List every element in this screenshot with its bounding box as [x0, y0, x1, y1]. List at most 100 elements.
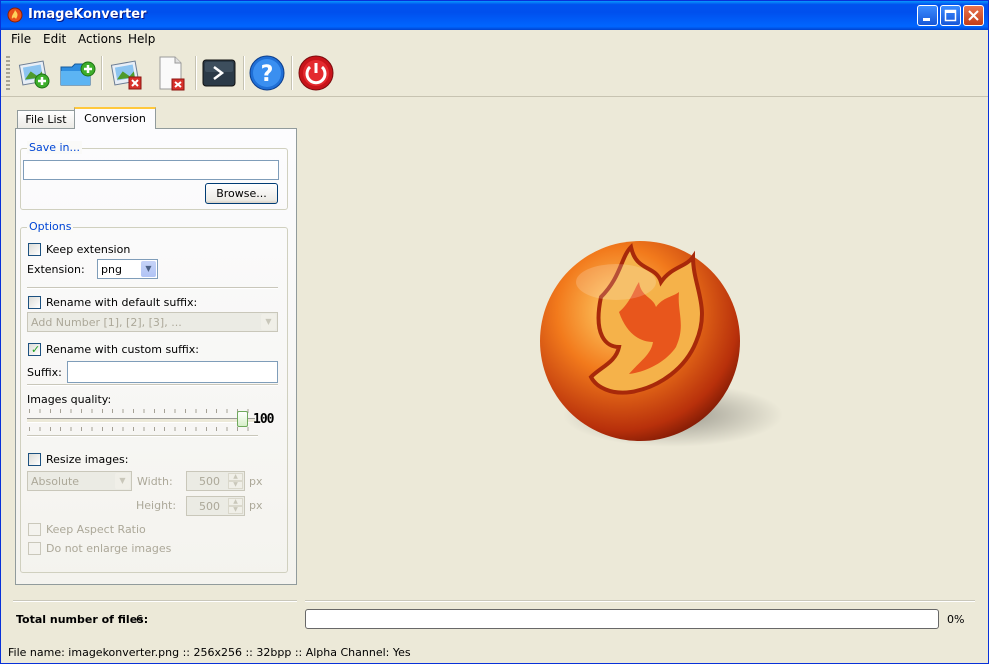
height-unit: px — [249, 499, 263, 512]
menu-edit[interactable]: Edit — [37, 32, 72, 46]
menu-actions[interactable]: Actions — [72, 32, 128, 46]
suffix-label: Suffix: — [27, 366, 62, 379]
resize-mode-select[interactable]: Absolute ▼ — [27, 471, 132, 491]
resize-mode-value: Absolute — [31, 475, 80, 488]
add-folder-icon — [60, 61, 96, 86]
toolbar-separator — [195, 56, 197, 90]
quality-slider-thumb[interactable] — [237, 411, 248, 427]
add-images-icon — [18, 60, 50, 89]
toolbar-separator — [243, 56, 245, 90]
convert-button[interactable] — [199, 53, 239, 93]
width-value: 500 — [199, 475, 220, 488]
resize-checkbox[interactable] — [28, 453, 41, 466]
keep-aspect-label: Keep Aspect Ratio — [46, 523, 146, 536]
spinner-buttons[interactable]: ▲ ▼ — [228, 498, 243, 514]
help-button[interactable]: ? — [247, 53, 287, 93]
default-suffix-select[interactable]: Add Number [1], [2], [3], ... ▼ — [27, 312, 278, 332]
minimize-icon — [923, 18, 930, 21]
conversion-panel: Save in... Browse... Options Keep extens… — [15, 128, 297, 585]
checkmark-icon: ✓ — [31, 343, 41, 356]
height-value: 500 — [199, 500, 220, 513]
window-title: ImageKonverter — [28, 7, 147, 22]
main-content: File List Conversion Save in... Browse..… — [1, 97, 988, 663]
delete-document-icon — [159, 56, 185, 91]
image-preview — [301, 97, 987, 595]
height-spinner[interactable]: 500 ▲ ▼ — [186, 496, 245, 516]
toolbar: ? — [1, 50, 988, 97]
app-logo-icon — [7, 7, 23, 23]
terminal-run-icon — [202, 59, 236, 87]
extension-select[interactable]: png ▼ — [97, 259, 158, 279]
divider — [27, 435, 258, 437]
extension-label: Extension: — [27, 263, 85, 276]
rename-custom-label: Rename with custom suffix: — [46, 343, 200, 356]
help-icon: ? — [249, 55, 285, 91]
toolbar-separator — [291, 56, 293, 90]
width-spinner[interactable]: 500 ▲ ▼ — [186, 471, 245, 491]
minimize-button[interactable] — [917, 5, 938, 26]
close-button[interactable] — [963, 5, 984, 26]
maximize-button[interactable] — [940, 5, 961, 26]
default-suffix-value: Add Number [1], [2], [3], ... — [31, 316, 182, 329]
total-files-label: Total number of files: — [16, 613, 149, 626]
close-icon — [968, 10, 979, 21]
no-enlarge-checkbox[interactable] — [28, 542, 41, 555]
extension-value: png — [101, 263, 122, 276]
preview-image — [540, 241, 783, 447]
rename-custom-checkbox[interactable]: ✓ — [28, 343, 41, 356]
spin-up-icon[interactable]: ▲ — [228, 473, 243, 481]
keep-extension-label: Keep extension — [46, 243, 131, 256]
width-label: Width: — [137, 475, 173, 488]
add-folder-button[interactable] — [58, 53, 98, 93]
status-bar: File name: imagekonverter.png :: 256x256… — [1, 642, 988, 662]
no-enlarge-label: Do not enlarge images — [46, 542, 172, 555]
divider — [13, 600, 297, 602]
suffix-input[interactable] — [67, 361, 278, 383]
menu-bar: File Edit Actions Help — [1, 30, 988, 49]
rename-default-checkbox[interactable] — [28, 296, 41, 309]
menu-file[interactable]: File — [5, 32, 37, 46]
browse-button[interactable]: Browse... — [205, 183, 278, 204]
resize-label: Resize images: — [46, 453, 129, 466]
status-text: File name: imagekonverter.png :: 256x256… — [8, 646, 411, 659]
maximize-icon — [944, 9, 957, 22]
toolbar-separator — [101, 56, 103, 90]
quality-slider-track[interactable] — [27, 418, 255, 423]
power-icon — [298, 55, 334, 91]
save-path-input[interactable] — [23, 160, 279, 180]
chevron-down-icon: ▼ — [261, 314, 276, 330]
spin-down-icon[interactable]: ▼ — [228, 481, 243, 489]
options-title: Options — [27, 220, 74, 233]
keep-aspect-checkbox[interactable] — [28, 523, 41, 536]
total-files-value: 6 — [136, 613, 143, 626]
divider — [27, 287, 278, 289]
chevron-down-icon: ▼ — [115, 473, 130, 489]
height-label: Height: — [136, 499, 177, 512]
rename-default-label: Rename with default suffix: — [46, 296, 198, 309]
progress-percent: 0% — [947, 613, 965, 626]
chevron-down-icon: ▼ — [141, 261, 156, 277]
divider — [27, 384, 278, 386]
divider — [305, 600, 975, 602]
save-in-title: Save in... — [27, 141, 83, 154]
quality-label: Images quality: — [27, 393, 112, 406]
menu-help[interactable]: Help — [122, 32, 161, 46]
slider-ticks-bottom — [29, 427, 255, 431]
tab-file-list[interactable]: File List — [17, 110, 75, 128]
width-unit: px — [249, 475, 263, 488]
clear-list-button[interactable] — [153, 53, 193, 93]
title-bar[interactable]: ImageKonverter — [1, 1, 988, 30]
spin-up-icon[interactable]: ▲ — [228, 498, 243, 506]
keep-extension-checkbox[interactable] — [28, 243, 41, 256]
add-images-button[interactable] — [15, 53, 55, 93]
svg-text:?: ? — [261, 62, 274, 87]
tab-conversion[interactable]: Conversion — [74, 107, 156, 129]
toolbar-grip[interactable] — [6, 56, 10, 90]
exit-button[interactable] — [296, 53, 336, 93]
remove-images-icon — [110, 60, 142, 90]
slider-ticks-top — [29, 409, 255, 413]
spinner-buttons[interactable]: ▲ ▼ — [228, 473, 243, 489]
spin-down-icon[interactable]: ▼ — [228, 506, 243, 514]
remove-images-button[interactable] — [107, 53, 147, 93]
app-window: ImageKonverter File Edit Actions Help ? … — [0, 0, 989, 664]
